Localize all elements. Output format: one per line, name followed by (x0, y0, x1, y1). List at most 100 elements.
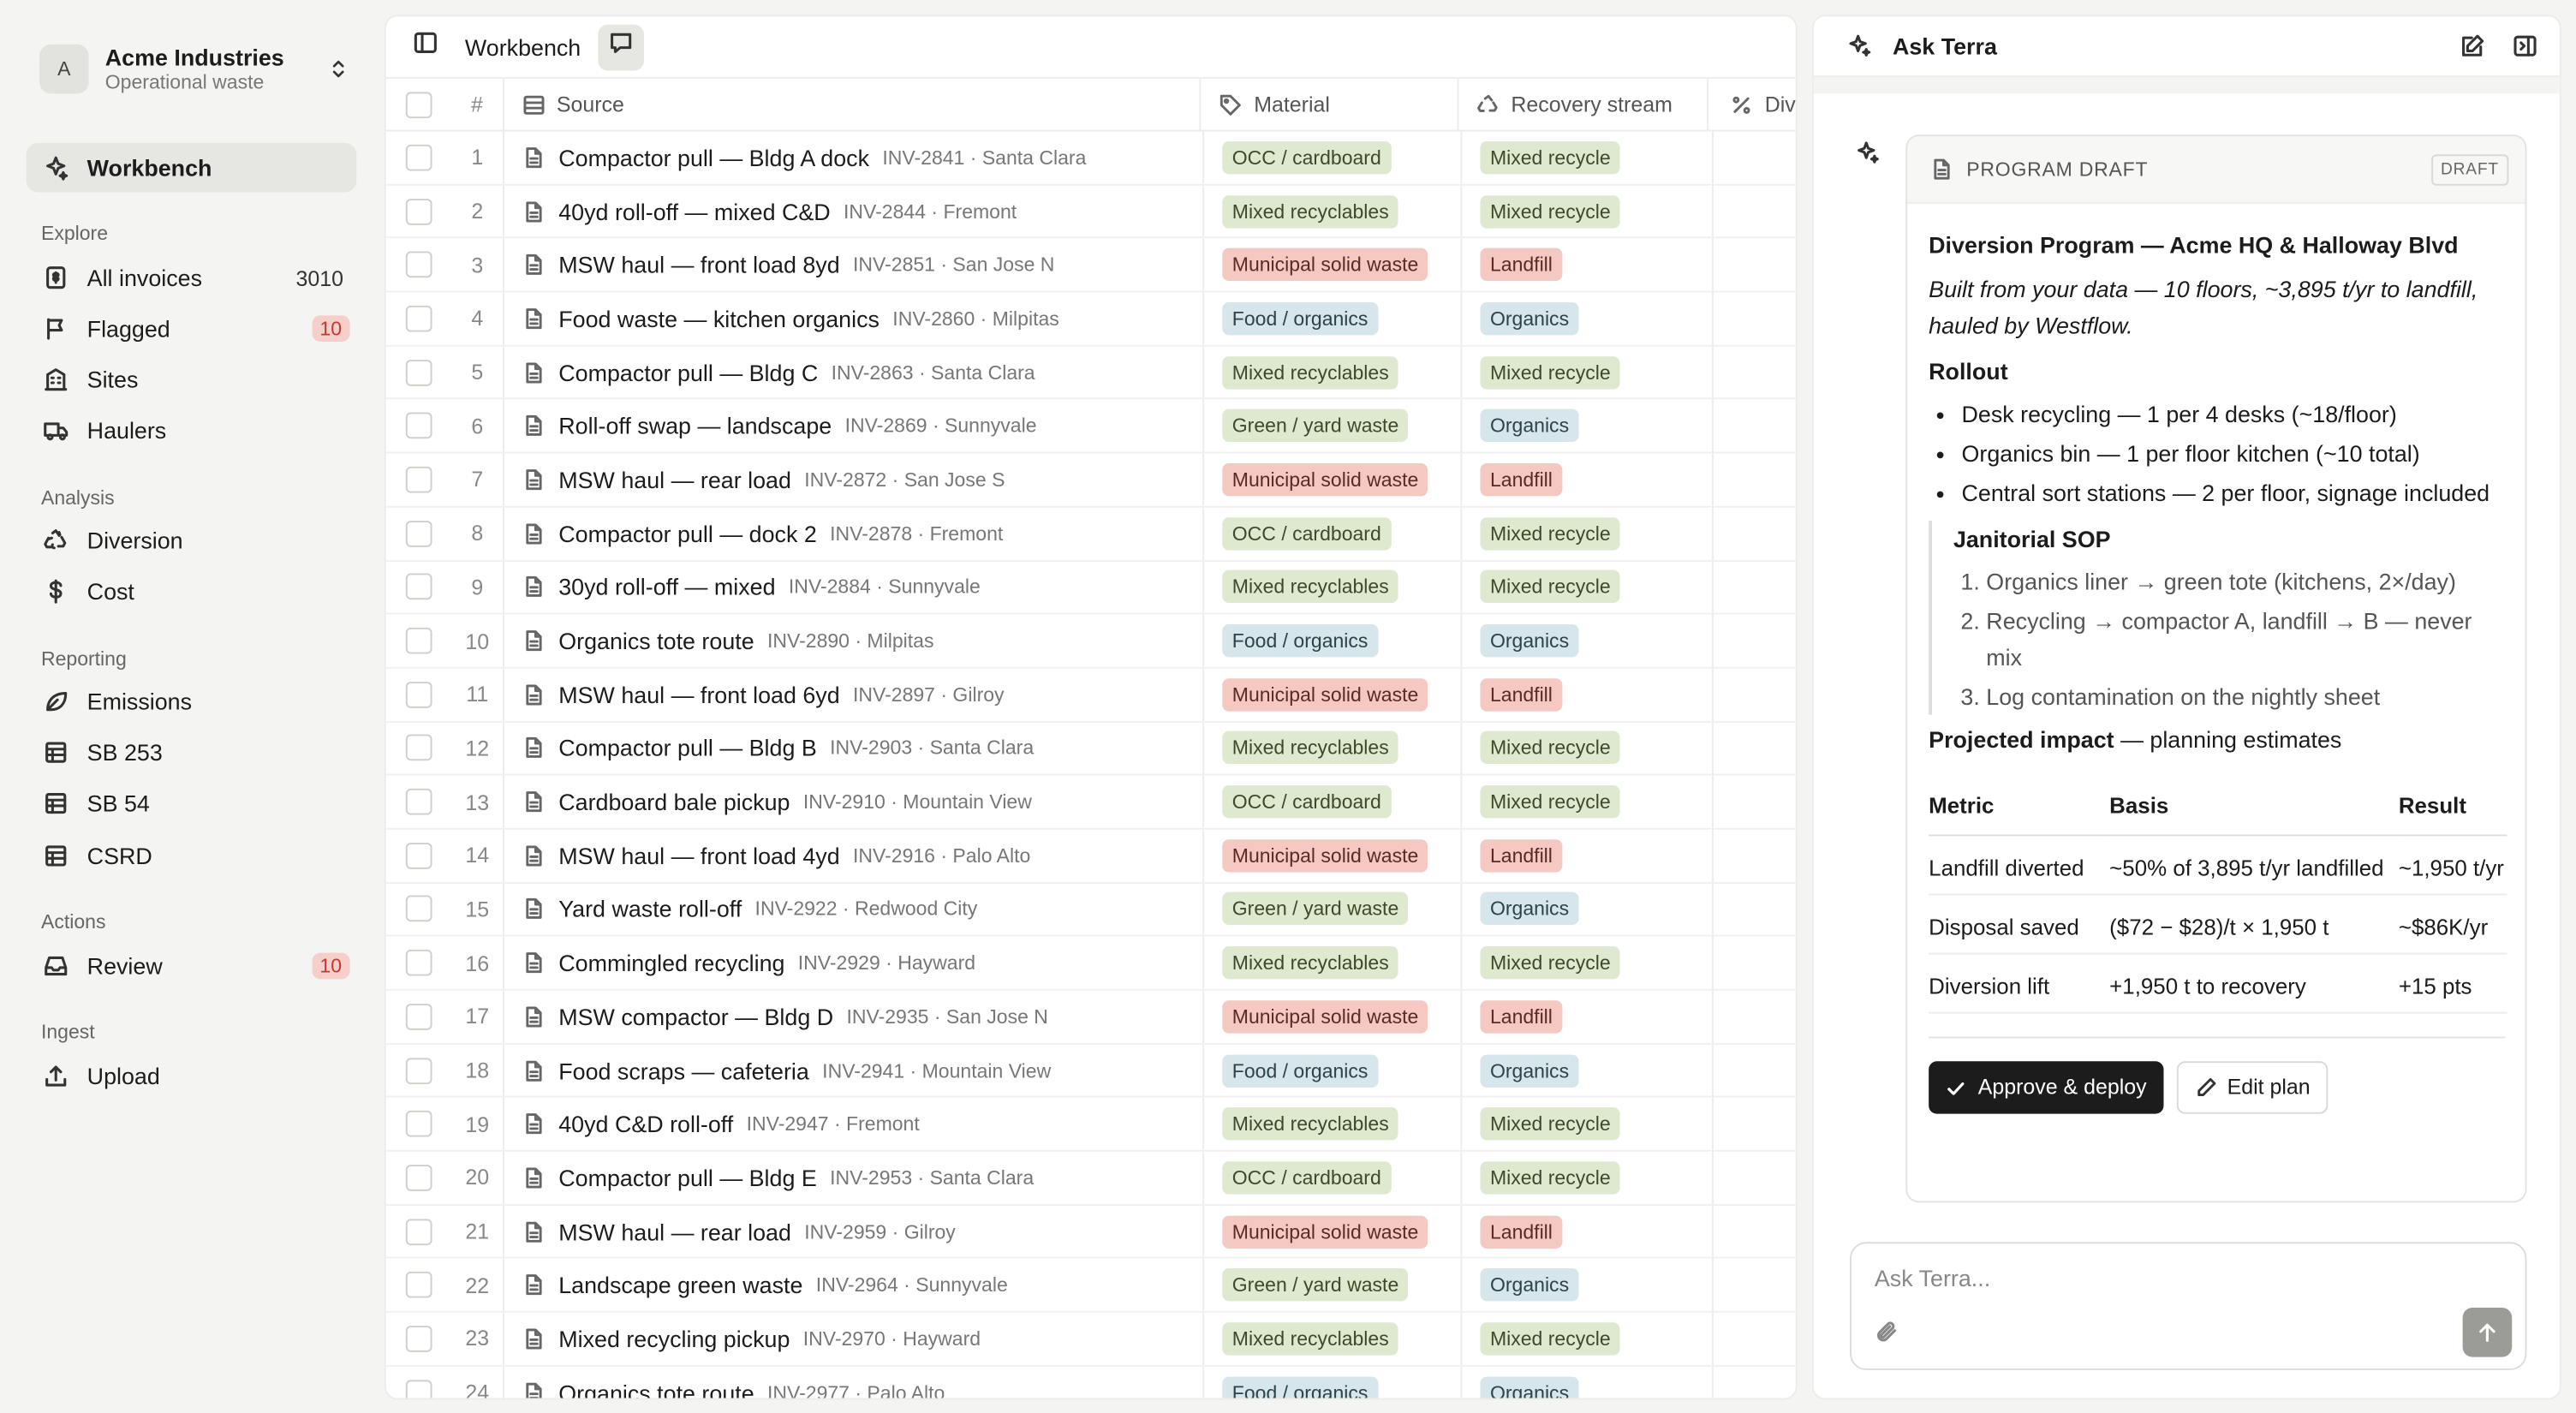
new-chat-button[interactable] (2454, 28, 2490, 64)
source-cell[interactable]: MSW haul — front load 8yd INV-2851 · San … (504, 238, 1205, 291)
recovery-cell[interactable]: Mixed recycle (1462, 1151, 1714, 1204)
material-cell[interactable]: OCC / cardboard (1204, 131, 1463, 184)
recovery-cell[interactable]: Landfill (1462, 668, 1714, 721)
material-cell[interactable]: Mixed recyclables (1204, 561, 1463, 613)
row-checkbox[interactable] (405, 359, 432, 386)
recovery-cell[interactable]: Organics (1462, 1044, 1714, 1097)
row-checkbox[interactable] (405, 574, 432, 600)
source-cell[interactable]: Mixed recycling pickup INV-2970 · Hayward (504, 1313, 1205, 1365)
table-row[interactable]: 3 MSW haul — front load 8yd INV-2851 · San… (385, 238, 1796, 293)
material-cell[interactable]: Food / organics (1204, 614, 1463, 667)
row-checkbox[interactable] (405, 788, 432, 815)
table-row[interactable]: 23 Mixed recycling pickup INV-2970 · Haywa… (385, 1313, 1796, 1367)
diversion-cell[interactable] (1714, 507, 1796, 559)
row-checkbox[interactable] (405, 1003, 432, 1030)
header-recovery[interactable]: Recovery stream (1458, 79, 1709, 130)
recovery-cell[interactable]: Mixed recycle (1462, 775, 1714, 828)
sidebar-item-haulers[interactable]: Haulers (27, 406, 357, 456)
source-cell[interactable]: MSW compactor — Bldg D INV-2935 · San Jos… (504, 990, 1205, 1043)
diversion-cell[interactable] (1714, 293, 1796, 345)
source-cell[interactable]: MSW haul — front load 6yd INV-2897 · Gilr… (504, 668, 1205, 721)
recovery-cell[interactable]: Mixed recycle (1462, 1098, 1714, 1150)
table-row[interactable]: 21 MSW haul — rear load INV-2959 · Gilroy M… (385, 1205, 1796, 1260)
source-cell[interactable]: Cardboard bale pickup INV-2910 · Mountain… (504, 775, 1205, 828)
recovery-cell[interactable]: Landfill (1462, 829, 1714, 882)
table-row[interactable]: 9 30yd roll-off — mixed INV-2884 · Sunnyva… (385, 561, 1796, 615)
row-checkbox[interactable] (405, 627, 432, 654)
diversion-cell[interactable] (1714, 1367, 1796, 1398)
material-cell[interactable]: Green / yard waste (1204, 1259, 1463, 1312)
row-checkbox[interactable] (405, 251, 432, 278)
material-cell[interactable]: Food / organics (1204, 1366, 1463, 1398)
diversion-cell[interactable] (1714, 669, 1796, 721)
material-cell[interactable]: Mixed recyclables (1204, 185, 1463, 237)
table-row[interactable]: 19 40yd C&D roll-off INV-2947 · Fremont Mix… (385, 1098, 1796, 1152)
material-cell[interactable]: Mixed recyclables (1204, 937, 1463, 989)
row-checkbox[interactable] (405, 735, 432, 761)
sidebar-item-all-invoices[interactable]: All invoices 3010 (27, 253, 357, 302)
source-cell[interactable]: Commingled recycling INV-2929 · Hayward (504, 937, 1205, 989)
diversion-cell[interactable] (1714, 1044, 1796, 1096)
header-source[interactable]: Source (504, 79, 1202, 130)
recovery-cell[interactable]: Landfill (1462, 990, 1714, 1043)
diversion-cell[interactable] (1714, 454, 1796, 506)
source-cell[interactable]: Yard waste roll-off INV-2922 · Redwood Ci… (504, 883, 1205, 936)
material-cell[interactable]: Municipal solid waste (1204, 238, 1463, 291)
table-row[interactable]: 6 Roll-off swap — landscape INV-2869 · Sun… (385, 400, 1796, 454)
recovery-cell[interactable]: Mixed recycle (1462, 561, 1714, 613)
chat-input[interactable] (1871, 1263, 2486, 1293)
material-cell[interactable]: OCC / cardboard (1204, 1151, 1463, 1204)
diversion-cell[interactable] (1714, 1098, 1796, 1150)
header-material[interactable]: Material (1202, 79, 1459, 130)
approve-deploy-button[interactable]: Approve & deploy (1929, 1061, 2163, 1114)
recovery-cell[interactable]: Organics (1462, 1366, 1714, 1398)
table-row[interactable]: 15 Yard waste roll-off INV-2922 · Redwood … (385, 883, 1796, 938)
material-cell[interactable]: Mixed recyclables (1204, 722, 1463, 775)
source-cell[interactable]: Compactor pull — dock 2 INV-2878 · Fremon… (504, 507, 1205, 560)
material-cell[interactable]: Green / yard waste (1204, 883, 1463, 936)
material-cell[interactable]: Food / organics (1204, 292, 1463, 345)
diversion-cell[interactable] (1714, 239, 1796, 291)
source-cell[interactable]: Compactor pull — Bldg B INV-2903 · Santa … (504, 722, 1205, 775)
table-row[interactable]: 5 Compactor pull — Bldg C INV-2863 · Santa… (385, 346, 1796, 401)
diversion-cell[interactable] (1714, 1313, 1796, 1365)
row-checkbox[interactable] (405, 1379, 432, 1398)
table-row[interactable]: 12 Compactor pull — Bldg B INV-2903 · Sant… (385, 722, 1796, 776)
row-checkbox[interactable] (405, 1272, 432, 1299)
material-cell[interactable]: Mixed recyclables (1204, 346, 1463, 399)
table-row[interactable]: 24 Organics tote route INV-2977 · Palo Alt… (386, 1366, 1796, 1398)
row-checkbox[interactable] (405, 842, 432, 869)
diversion-cell[interactable] (1714, 937, 1796, 989)
row-checkbox[interactable] (405, 413, 432, 439)
source-cell[interactable]: Food scraps — cafeteria INV-2941 · Mounta… (504, 1044, 1205, 1097)
table-row[interactable]: 8 Compactor pull — dock 2 INV-2878 · Fremo… (385, 507, 1796, 562)
toggle-sidebar-button[interactable] (402, 24, 449, 70)
table-row[interactable]: 4 Food waste — kitchen organics INV-2860 ·… (385, 292, 1796, 347)
table-row[interactable]: 2 40yd roll-off — mixed C&D INV-2844 · Fre… (385, 185, 1796, 239)
source-cell[interactable]: Organics tote route INV-2977 · Palo Alto (504, 1366, 1205, 1398)
material-cell[interactable]: Municipal solid waste (1204, 453, 1463, 506)
source-cell[interactable]: MSW haul — front load 4yd INV-2916 · Palo… (504, 829, 1205, 882)
org-switcher[interactable]: A Acme Industries Operational waste (39, 39, 351, 98)
recovery-cell[interactable]: Landfill (1462, 453, 1714, 506)
sidebar-item-sb54[interactable]: SB 54 (27, 778, 357, 828)
sidebar-item-emissions[interactable]: Emissions (27, 677, 357, 726)
diversion-cell[interactable] (1714, 185, 1796, 237)
recovery-cell[interactable]: Landfill (1462, 238, 1714, 291)
table-row[interactable]: 18 Food scraps — cafeteria INV-2941 · Moun… (385, 1044, 1796, 1099)
row-checkbox[interactable] (405, 681, 432, 708)
sidebar-item-upload[interactable]: Upload (27, 1052, 357, 1101)
table-row[interactable]: 17 MSW compactor — Bldg D INV-2935 · San J… (385, 990, 1796, 1045)
material-cell[interactable]: Municipal solid waste (1204, 668, 1463, 721)
source-cell[interactable]: Compactor pull — Bldg C INV-2863 · Santa … (504, 346, 1205, 399)
diversion-cell[interactable] (1714, 346, 1796, 398)
source-cell[interactable]: Organics tote route INV-2890 · Milpitas (504, 614, 1205, 667)
toggle-chat-button[interactable] (597, 23, 644, 70)
source-cell[interactable]: Landscape green waste INV-2964 · Sunnyval… (504, 1259, 1205, 1312)
recovery-cell[interactable]: Organics (1462, 883, 1714, 936)
sidebar-item-workbench[interactable]: Workbench (26, 142, 357, 193)
row-checkbox[interactable] (405, 1218, 432, 1245)
diversion-cell[interactable] (1714, 1206, 1796, 1258)
row-checkbox[interactable] (405, 144, 432, 171)
table-row[interactable]: 13 Cardboard bale pickup INV-2910 · Mounta… (385, 775, 1796, 830)
